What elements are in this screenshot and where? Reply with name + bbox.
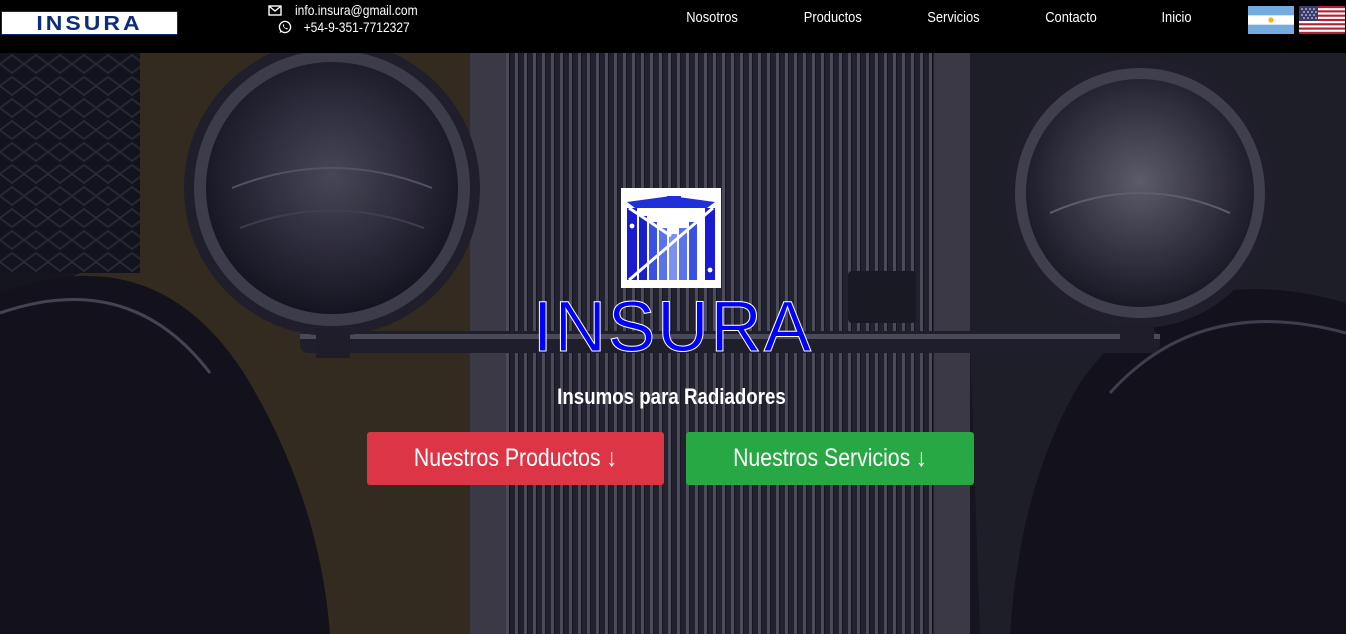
- email-row[interactable]: info.insura@gmail.com: [262, 2, 434, 18]
- whatsapp-icon: [278, 20, 292, 34]
- phone-row[interactable]: +54-9-351-7712327: [262, 18, 434, 36]
- nav-link-contacto[interactable]: Contacto: [1045, 9, 1097, 26]
- hero-title: INSURA: [532, 288, 814, 368]
- brand-logo-text: INSURA: [36, 11, 143, 35]
- envelope-icon: [268, 5, 282, 16]
- services-button[interactable]: Nuestros Servicios ↓: [686, 432, 974, 485]
- contact-phone: +54-9-351-7712327: [303, 19, 410, 35]
- nav-link-nosotros[interactable]: Nosotros: [686, 9, 738, 26]
- nav-link-productos[interactable]: Productos: [804, 9, 862, 26]
- contact-email: info.insura@gmail.com: [295, 2, 418, 18]
- hero-subtitle: Insumos para Radiadores: [471, 382, 871, 412]
- products-button-label: Nuestros Productos ↓: [413, 444, 618, 472]
- nav-link-inicio[interactable]: Inicio: [1161, 9, 1191, 26]
- argentina-flag-icon[interactable]: [1248, 6, 1294, 34]
- hero-subtitle-text: Insumos para Radiadores: [556, 384, 786, 409]
- hero-section: INSURA Insumos para Radiadores Nuestros …: [0, 53, 1346, 634]
- nav-link-servicios[interactable]: Servicios: [927, 9, 979, 26]
- services-button-label: Nuestros Servicios ↓: [733, 444, 927, 472]
- navbar: INSURA info.insura@gmail.com +54-9-351-7…: [0, 0, 1346, 53]
- contact-info: info.insura@gmail.com +54-9-351-7712327: [262, 0, 434, 36]
- radiator-logo-icon: [621, 188, 721, 288]
- products-button[interactable]: Nuestros Productos ↓: [367, 432, 664, 485]
- brand-logo[interactable]: INSURA: [1, 11, 178, 35]
- usa-flag-icon[interactable]: [1299, 6, 1345, 34]
